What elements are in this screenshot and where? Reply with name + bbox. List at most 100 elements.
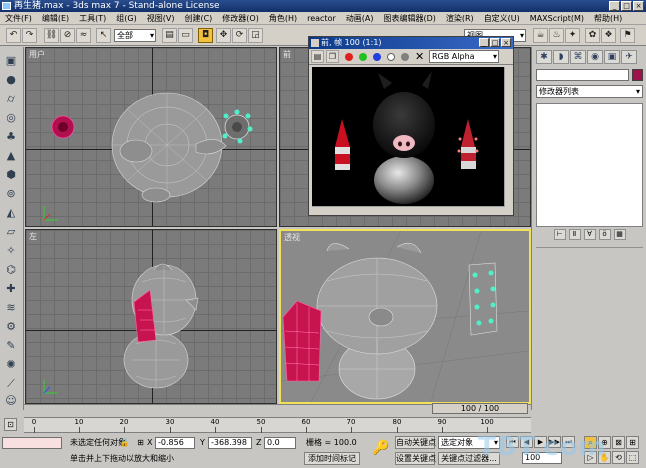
create-helper-icon[interactable]: ✚ — [3, 281, 19, 296]
menu-modifiers[interactable]: 修改器(O) — [217, 13, 264, 24]
x-coordinate-field[interactable]: -0.856 — [155, 437, 195, 449]
menu-file[interactable]: 文件(F) — [0, 13, 37, 24]
viewport-left[interactable]: 左 — [25, 229, 277, 404]
create-spacewarp-icon[interactable]: ≋ — [3, 300, 19, 315]
maxscript-listener-field[interactable] — [2, 437, 62, 449]
lock-selection-icon[interactable]: 🔒 — [118, 437, 131, 450]
utilities-tab-icon[interactable]: ✈ — [621, 50, 637, 64]
hierarchy-tab-icon[interactable]: ⌘ — [570, 50, 586, 64]
render-close-button[interactable]: × — [501, 38, 511, 47]
zoom-extents-all-icon[interactable]: ⊞ — [626, 436, 639, 449]
select-rotate-icon[interactable]: ⟳ — [232, 28, 247, 43]
create-bone-icon[interactable]: ⟋ — [3, 376, 19, 391]
arc-rotate-icon[interactable]: ⟲ — [612, 451, 625, 464]
bind-space-warp-icon[interactable]: ≈ — [76, 28, 91, 43]
viewport-front-label[interactable]: 前 — [283, 49, 291, 60]
viewport-perspective[interactable]: 透视 — [279, 229, 531, 404]
create-shape-icon[interactable]: ✎ — [3, 338, 19, 353]
render-window-titlebar[interactable]: 前, 帧 100 (1:1) _ □ × — [309, 37, 513, 49]
create-geosphere-icon[interactable]: ⬢ — [3, 167, 19, 182]
menu-help[interactable]: 帮助(H) — [589, 13, 627, 24]
object-name-field[interactable] — [536, 69, 629, 81]
select-by-name-icon[interactable]: ▤ — [162, 28, 177, 43]
menu-view[interactable]: 视图(V) — [142, 13, 180, 24]
render-maximize-button[interactable]: □ — [490, 38, 500, 47]
selection-filter-dropdown[interactable]: 全部 — [114, 29, 156, 42]
clear-icon[interactable]: ✕ — [415, 50, 424, 63]
object-color-swatch[interactable] — [632, 69, 643, 81]
menu-tools[interactable]: 工具(T) — [74, 13, 111, 24]
menu-graph-editors[interactable]: 图表编辑器(D) — [378, 13, 440, 24]
mini-curve-editor-icon[interactable]: ⊡ — [4, 418, 17, 431]
green-channel-icon[interactable] — [359, 53, 367, 61]
create-sphere-icon[interactable]: ● — [3, 72, 19, 87]
blue-channel-icon[interactable] — [373, 53, 381, 61]
maximize-button[interactable]: □ — [621, 1, 632, 11]
create-teapot-icon[interactable]: ♣ — [3, 129, 19, 144]
time-slider[interactable]: 100 / 100 — [432, 403, 528, 414]
menu-group[interactable]: 组(G) — [111, 13, 141, 24]
menu-customize[interactable]: 自定义(U) — [479, 13, 525, 24]
mono-channel-icon[interactable] — [401, 53, 409, 61]
modifier-stack[interactable] — [536, 103, 643, 227]
motion-tab-icon[interactable]: ◉ — [587, 50, 603, 64]
menu-rendering[interactable]: 渲染(R) — [441, 13, 479, 24]
make-unique-icon[interactable]: ∀ — [583, 229, 596, 240]
add-time-tag-button[interactable]: 添加时间标记 — [304, 452, 360, 465]
display-tab-icon[interactable]: ▣ — [604, 50, 620, 64]
menu-maxscript[interactable]: MAXScript(M) — [525, 14, 589, 23]
create-cylinder-icon[interactable]: ⌭ — [3, 91, 19, 106]
y-coordinate-field[interactable]: -368.398 — [208, 437, 252, 449]
render-scene-icon[interactable]: ☕ — [533, 28, 548, 43]
menu-character[interactable]: 角色(H) — [264, 13, 302, 24]
select-move-icon[interactable]: ✥ — [216, 28, 231, 43]
remove-modifier-icon[interactable]: ö — [598, 229, 611, 240]
create-plane-icon[interactable]: ▱ — [3, 224, 19, 239]
rendered-frame-window[interactable]: 前, 帧 100 (1:1) _ □ × ▤ ❐ ✕ RGB Alpha — [308, 36, 514, 216]
show-end-result-icon[interactable]: Ⅱ — [568, 229, 581, 240]
render-minimize-button[interactable]: _ — [479, 38, 489, 47]
menu-edit[interactable]: 编辑(E) — [37, 13, 74, 24]
minimize-button[interactable]: _ — [609, 1, 620, 11]
render-horizontal-scrollbar[interactable] — [312, 206, 505, 214]
unlink-icon[interactable]: ⊘ — [60, 28, 75, 43]
maximize-viewport-icon[interactable]: ⬚ — [626, 451, 639, 464]
auto-key-button[interactable]: 自动关键点 — [395, 436, 436, 449]
track-bar[interactable]: 0 10 20 30 40 50 60 70 80 90 100 — [24, 417, 531, 433]
create-system-icon[interactable]: ⚙ — [3, 319, 19, 334]
menu-create[interactable]: 创建(C) — [179, 13, 217, 24]
rect-selection-icon[interactable]: ▭ — [178, 28, 193, 43]
absolute-mode-icon[interactable]: ⊞ — [134, 437, 147, 450]
menu-reactor[interactable]: reactor — [302, 14, 341, 23]
pin-stack-icon[interactable]: ⊢ — [553, 229, 566, 240]
create-particle-icon[interactable]: ✺ — [3, 357, 19, 372]
window-crossing-icon[interactable]: ◘ — [198, 28, 213, 43]
select-object-icon[interactable]: ↖ — [96, 28, 111, 43]
link-icon[interactable]: ⛓ — [44, 28, 59, 43]
close-button[interactable]: × — [633, 1, 644, 11]
z-coordinate-field[interactable]: 0.0 — [264, 437, 296, 449]
create-box-icon[interactable]: ▣ — [3, 53, 19, 68]
material-editor-icon[interactable]: ✦ — [565, 28, 580, 43]
create-pyramid-icon[interactable]: ◭ — [3, 205, 19, 220]
channel-dropdown[interactable]: RGB Alpha — [429, 50, 499, 63]
render-type-icon[interactable]: ✿ — [585, 28, 600, 43]
teapot-render-icon[interactable]: ⚑ — [620, 28, 635, 43]
set-key-button[interactable]: 设置关键点 — [395, 452, 436, 465]
modifier-list-dropdown[interactable]: 修改器列表 — [536, 85, 643, 98]
key-mode-icon[interactable]: 🔑 — [372, 441, 389, 455]
create-torus-icon[interactable]: ◎ — [3, 110, 19, 125]
create-cone-icon[interactable]: ▲ — [3, 148, 19, 163]
menu-animation[interactable]: 动画(A) — [341, 13, 379, 24]
quick-render-icon[interactable]: ♨ — [549, 28, 564, 43]
create-tube-icon[interactable]: ⊚ — [3, 186, 19, 201]
clone-window-icon[interactable]: ❐ — [326, 50, 339, 63]
alpha-channel-icon[interactable] — [387, 53, 395, 61]
viewport-top[interactable]: 用户 — [25, 47, 277, 227]
modify-tab-icon[interactable]: ◗ — [553, 50, 569, 64]
redo-icon[interactable]: ↷ — [22, 28, 37, 43]
configure-sets-icon[interactable]: ▦ — [613, 229, 626, 240]
undo-icon[interactable]: ↶ — [6, 28, 21, 43]
save-bitmap-icon[interactable]: ▤ — [311, 50, 324, 63]
create-light-icon[interactable]: ✧ — [3, 243, 19, 258]
